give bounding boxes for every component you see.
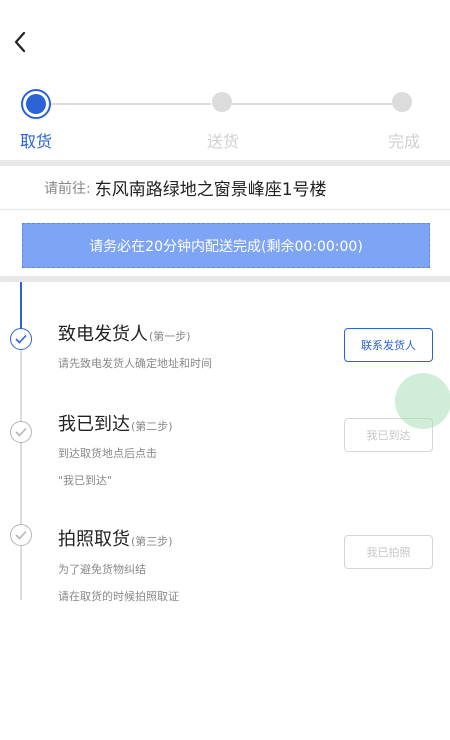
progress-dot-pickup <box>21 89 51 119</box>
chevron-left-icon <box>14 31 26 53</box>
time-limit-banner: 请务必在20分钟内配送完成(剩余00:00:00) <box>22 223 430 268</box>
check-icon <box>15 427 27 437</box>
step-3-desc-line-2: 请在取货的时候拍照取证 <box>58 590 179 603</box>
step-1-title: 致电发货人(第一步) <box>58 320 191 346</box>
step-1-desc: 请先致电发货人确定地址和时间 <box>58 357 212 370</box>
progress-line-2 <box>232 103 392 105</box>
progress-line-1 <box>51 103 211 105</box>
step-2-title: 我已到达(第二步) <box>58 410 173 436</box>
button-label: 我已拍照 <box>366 546 411 559</box>
destination-address: 东风南路绿地之窗景峰座1号楼 <box>94 180 327 200</box>
button-label: 我已到达 <box>366 429 411 442</box>
step-number: (第三步) <box>131 535 173 548</box>
step-1-status <box>10 328 32 350</box>
step-title-text: 拍照取货 <box>58 529 130 550</box>
touch-indicator <box>395 373 450 429</box>
photo-taken-button[interactable]: 我已拍照 <box>344 535 433 569</box>
progress-label-deliver: 送货 <box>207 132 240 151</box>
check-icon <box>15 334 27 344</box>
button-label: 联系发货人 <box>361 339 416 352</box>
timeline-track <box>20 340 22 600</box>
check-icon <box>15 530 27 540</box>
step-3-title: 拍照取货(第三步) <box>58 525 173 551</box>
step-number: (第一步) <box>149 330 191 343</box>
step-2-desc-line-2: "我已到达" <box>58 474 113 487</box>
step-title-text: 致电发货人 <box>58 324 148 345</box>
progress-dot-complete <box>392 92 412 112</box>
progress-label-complete: 完成 <box>388 132 421 151</box>
destination-row: 请前往: 东风南路绿地之窗景峰座1号楼 <box>0 166 450 210</box>
step-number: (第二步) <box>131 420 173 433</box>
step-title-text: 我已到达 <box>58 414 130 435</box>
section-divider <box>0 276 450 282</box>
progress-dot-deliver <box>212 92 232 112</box>
progress-label-pickup: 取货 <box>20 132 53 151</box>
destination-prefix: 请前往: <box>44 180 91 197</box>
contact-shipper-button[interactable]: 联系发货人 <box>344 328 433 362</box>
step-2-status <box>10 421 32 443</box>
step-2-desc-line-1: 到达取货地点后点击 <box>58 447 157 460</box>
step-3-status <box>10 524 32 546</box>
banner-text: 请务必在20分钟内配送完成(剩余00:00:00) <box>89 238 363 255</box>
back-button[interactable] <box>6 28 34 56</box>
step-3-desc-line-1: 为了避免货物纠结 <box>58 563 146 576</box>
